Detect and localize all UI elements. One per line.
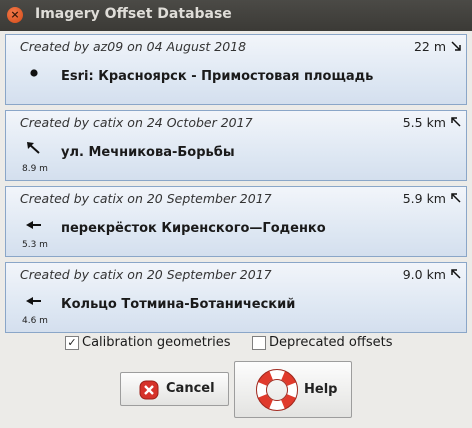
offset-list: Created by az09 on 04 August 2018 22 m E…: [5, 34, 467, 338]
offset-created-info: Created by catix on 24 October 2017: [20, 115, 253, 130]
calibration-geometries-label[interactable]: Calibration geometries: [82, 335, 231, 350]
offset-item[interactable]: Created by catix on 20 September 2017 5.…: [5, 186, 467, 257]
arrow-up-left-icon: [451, 193, 461, 203]
window-title: Imagery Offset Database: [35, 6, 232, 22]
cancel-button-label: Cancel: [166, 381, 215, 396]
arrow-left-icon: [26, 297, 41, 305]
arrow-up-left-icon: [451, 269, 461, 279]
title-bar: × Imagery Offset Database: [0, 0, 472, 31]
offset-item[interactable]: Created by catix on 20 September 2017 9.…: [5, 262, 467, 333]
offset-name: ул. Мечникова-Борьбы: [61, 145, 235, 160]
help-button[interactable]: Help: [234, 361, 352, 418]
offset-distance: 22 m: [413, 39, 446, 54]
deprecated-offsets-checkbox[interactable]: [252, 336, 266, 350]
offset-created-info: Created by catix on 20 September 2017: [20, 267, 272, 282]
window-close-button[interactable]: ×: [7, 7, 23, 23]
offset-created-info: Created by az09 on 04 August 2018: [20, 39, 247, 54]
offset-icon-label: 5.3 m: [22, 240, 48, 250]
help-lifebuoy-icon: [256, 369, 298, 411]
deprecated-offsets-label[interactable]: Deprecated offsets: [269, 335, 392, 350]
offset-distance: 5.5 km: [402, 115, 446, 130]
offset-created-info: Created by catix on 20 September 2017: [20, 191, 272, 206]
cancel-icon: [139, 380, 159, 400]
offset-distance: 9.0 km: [402, 267, 446, 282]
arrow-left-icon: [26, 221, 41, 229]
offset-item[interactable]: Created by catix on 24 October 2017 5.5 …: [5, 110, 467, 181]
arrow-up-left-icon: [27, 142, 40, 154]
calibration-geometries-checkbox[interactable]: ✓: [65, 336, 79, 350]
offset-distance: 5.9 km: [402, 191, 446, 206]
arrow-down-right-icon: [451, 41, 461, 51]
arrow-up-left-icon: [451, 117, 461, 127]
offset-name: Кольцо Тотмина-Ботанический: [61, 297, 296, 312]
offset-name: перекрёсток Киренского—Годенко: [61, 221, 326, 236]
help-button-label: Help: [304, 382, 338, 397]
cancel-button[interactable]: Cancel: [120, 372, 229, 406]
offset-item[interactable]: Created by az09 on 04 August 2018 22 m E…: [5, 34, 467, 105]
offset-icon-label: 4.6 m: [22, 316, 48, 326]
offset-icon-label: 8.9 m: [22, 164, 48, 174]
dot-icon: [30, 69, 38, 77]
options-row: ✓ Calibration geometries Deprecated offs…: [0, 334, 472, 354]
offset-name: Esri: Красноярск - Примостовая площадь: [61, 69, 374, 84]
